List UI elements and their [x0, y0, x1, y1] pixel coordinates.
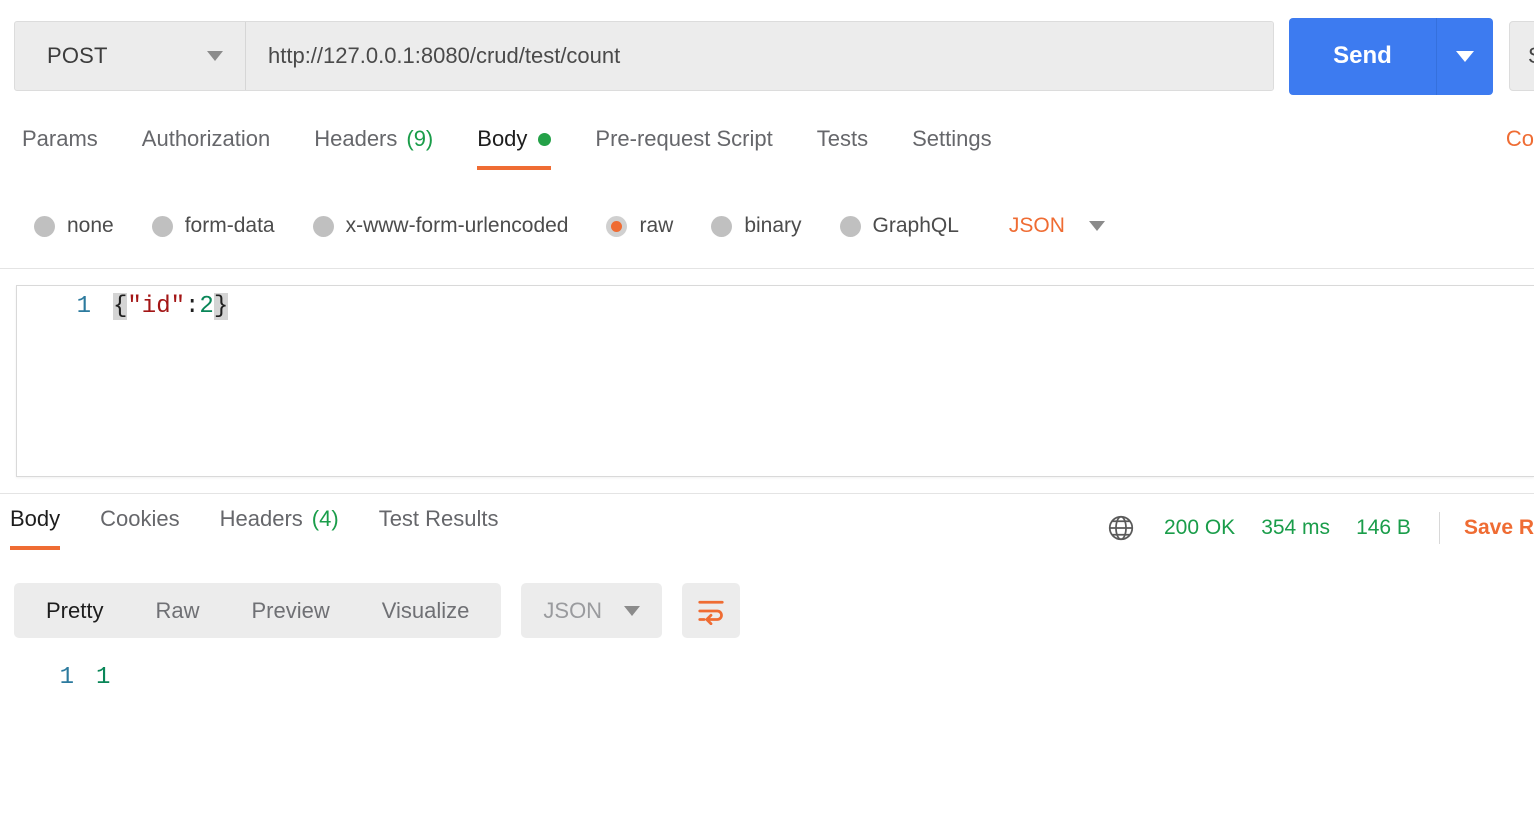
send-options-dropdown[interactable] — [1437, 18, 1493, 95]
response-tab-headers[interactable]: Headers (4) — [220, 503, 339, 550]
tab-label: Body — [477, 126, 528, 151]
chevron-down-icon — [207, 51, 223, 61]
body-type-selector: none form-data x-www-form-urlencoded raw… — [0, 200, 1534, 252]
body-type-label: GraphQL — [872, 214, 959, 237]
tab-authorization[interactable]: Authorization — [142, 120, 270, 170]
code-line: 1 {"id":2} — [17, 286, 1534, 326]
response-tab-body[interactable]: Body — [10, 503, 61, 550]
body-type-graphql[interactable]: GraphQL — [839, 214, 959, 238]
token-key: "id" — [127, 292, 186, 320]
tab-label: Cookies — [100, 506, 180, 531]
tab-label: Headers — [219, 506, 303, 531]
tab-label: Tests — [816, 126, 869, 151]
tab-pre-request-script[interactable]: Pre-request Script — [595, 120, 772, 170]
tab-body[interactable]: Body — [477, 120, 552, 170]
tab-tests[interactable]: Tests — [817, 120, 868, 170]
radio-icon — [711, 215, 733, 237]
tab-label: Test Results — [378, 506, 499, 531]
raw-format-dropdown[interactable]: JSON — [1009, 214, 1105, 238]
tab-params[interactable]: Params — [22, 120, 98, 170]
tab-label: Body — [10, 506, 61, 531]
http-method-dropdown[interactable]: POST — [15, 22, 246, 90]
view-pretty[interactable]: Pretty — [20, 583, 129, 638]
view-preview[interactable]: Preview — [225, 583, 355, 638]
code-content[interactable]: {"id":2} — [113, 292, 229, 320]
line-number: 1 — [76, 292, 91, 320]
postman-request-response-pane: POST http://127.0.0.1:8080/crud/test/cou… — [0, 0, 1534, 824]
response-format-label: JSON — [543, 597, 603, 623]
save-response-button[interactable]: Save R — [1464, 516, 1534, 540]
radio-icon — [839, 215, 861, 237]
response-code-line: 1 1 — [0, 657, 1534, 697]
save-request-button[interactable]: S — [1509, 21, 1534, 91]
body-present-dot-icon — [538, 132, 552, 146]
body-type-binary[interactable]: binary — [711, 214, 802, 238]
body-type-none[interactable]: none — [34, 214, 114, 238]
request-body-editor[interactable]: 1 {"id":2} — [16, 285, 1534, 477]
tab-label: Params — [22, 126, 98, 151]
token-value: 2 — [199, 292, 214, 320]
send-button[interactable]: Send — [1289, 17, 1437, 95]
globe-icon[interactable] — [1106, 513, 1136, 543]
response-body-viewer[interactable]: 1 1 — [0, 657, 1534, 697]
response-tab-cookies[interactable]: Cookies — [100, 503, 179, 550]
body-type-label: x-www-form-urlencoded — [345, 214, 569, 237]
radio-icon — [312, 215, 334, 237]
chevron-down-icon — [1088, 221, 1105, 231]
response-format-dropdown[interactable]: JSON — [521, 583, 663, 638]
raw-format-label: JSON — [1008, 214, 1065, 237]
tab-label: Authorization — [141, 126, 271, 151]
divider — [0, 493, 1534, 494]
body-type-x-www-form-urlencoded[interactable]: x-www-form-urlencoded — [312, 214, 569, 238]
tab-settings[interactable]: Settings — [912, 120, 992, 170]
response-time[interactable]: 354 ms — [1261, 516, 1330, 540]
http-method-label: POST — [47, 43, 108, 68]
body-type-label: form-data — [184, 214, 275, 237]
tab-label: Pre-request Script — [595, 126, 773, 151]
radio-icon — [151, 215, 173, 237]
response-value: 1 — [96, 663, 111, 691]
body-type-label: binary — [744, 214, 802, 237]
view-raw[interactable]: Raw — [129, 583, 225, 638]
response-status-strip: 200 OK 354 ms 146 B Save R — [1106, 508, 1534, 548]
tab-headers[interactable]: Headers (9) — [314, 120, 433, 170]
response-view-toolbar: Pretty Raw Preview Visualize JSON — [14, 583, 741, 638]
body-type-raw[interactable]: raw — [606, 214, 673, 238]
request-url-bar: POST http://127.0.0.1:8080/crud/test/cou… — [0, 0, 1534, 112]
request-tabs: Params Authorization Headers (9) Body Pr… — [0, 120, 1534, 184]
method-url-group: POST http://127.0.0.1:8080/crud/test/cou… — [14, 21, 1274, 91]
response-tab-test-results[interactable]: Test Results — [379, 503, 499, 550]
body-type-label: none — [67, 214, 114, 237]
token-colon: : — [185, 292, 200, 320]
radio-icon — [34, 215, 55, 237]
line-number: 1 — [59, 663, 74, 691]
radio-selected-icon — [606, 215, 628, 237]
divider — [1438, 512, 1440, 544]
headers-count: (9) — [406, 126, 434, 151]
body-type-label: raw — [639, 214, 674, 237]
word-wrap-toggle[interactable] — [682, 583, 741, 638]
send-button-group: Send — [1289, 17, 1493, 95]
chevron-down-icon — [624, 605, 641, 616]
response-size[interactable]: 146 B — [1356, 516, 1411, 540]
view-visualize[interactable]: Visualize — [356, 583, 496, 638]
token-close-brace: } — [213, 292, 229, 320]
body-type-form-data[interactable]: form-data — [151, 214, 275, 238]
cookies-link[interactable]: Co — [1506, 126, 1534, 152]
status-code[interactable]: 200 OK — [1164, 516, 1235, 540]
divider — [0, 268, 1534, 269]
tab-label: Headers — [314, 126, 398, 151]
response-view-switcher: Pretty Raw Preview Visualize — [14, 583, 502, 638]
tab-label: Settings — [912, 126, 992, 151]
token-open-brace: { — [113, 292, 128, 320]
request-url-input[interactable]: http://127.0.0.1:8080/crud/test/count — [246, 22, 1273, 90]
chevron-down-icon — [1456, 50, 1474, 62]
response-headers-count: (4) — [311, 506, 339, 531]
